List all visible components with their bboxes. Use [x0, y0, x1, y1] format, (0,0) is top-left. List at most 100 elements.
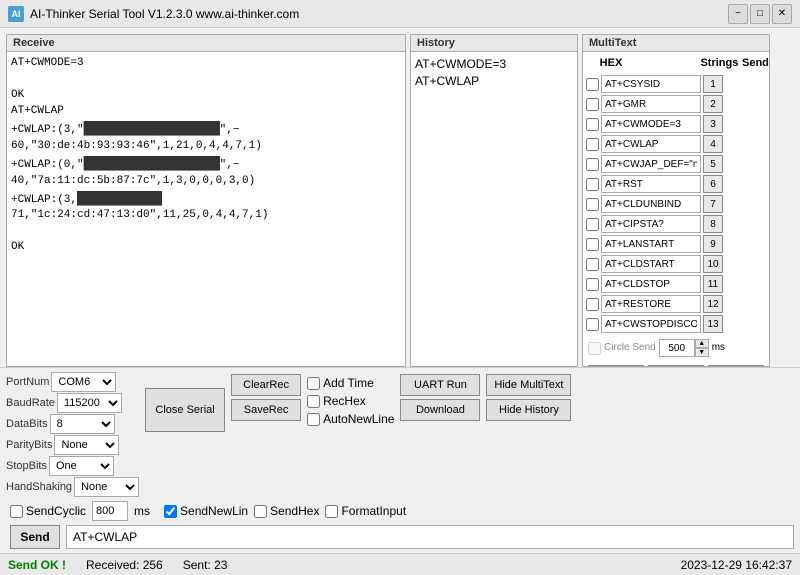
cyclic-ms-label: ms — [134, 504, 150, 518]
mt-input-9[interactable] — [601, 235, 701, 253]
rechex-label: RecHex — [323, 394, 366, 408]
spin-up-button[interactable]: ▲ — [695, 339, 709, 348]
mt-checkbox-9[interactable] — [586, 238, 599, 251]
mt-checkbox-3[interactable] — [586, 118, 599, 131]
mt-input-8[interactable] — [601, 215, 701, 233]
handshaking-select[interactable]: None — [74, 477, 139, 497]
databits-select[interactable]: 8 — [50, 414, 115, 434]
bottom-controls: PortNum COM6 BaudRate 115200 DataBits 8 — [0, 367, 800, 553]
rechex-checkbox[interactable] — [307, 395, 320, 408]
mt-checkbox-4[interactable] — [586, 138, 599, 151]
mt-send-btn-13[interactable]: 13 — [703, 315, 723, 333]
formatinput-checkbox[interactable] — [325, 505, 338, 518]
load-button[interactable]: Load — [648, 365, 704, 366]
right-buttons: UART Run Download — [400, 374, 480, 421]
autonewline-checkbox[interactable] — [307, 413, 320, 426]
clear-button[interactable]: Clear — [708, 365, 764, 366]
mt-input-4[interactable] — [601, 135, 701, 153]
mt-send-btn-10[interactable]: 10 — [703, 255, 723, 273]
mt-row-6: 6 — [586, 175, 766, 193]
sendhex-label: SendHex — [270, 504, 319, 518]
mt-input-3[interactable] — [601, 115, 701, 133]
sendcyclic-label: SendCyclic — [26, 504, 86, 518]
circle-send-input[interactable] — [659, 339, 695, 357]
hide-history-button[interactable]: Hide History — [486, 399, 571, 421]
portnum-select[interactable]: COM6 — [51, 372, 116, 392]
mid-buttons: ClearRec SaveRec — [231, 374, 301, 421]
receive-content[interactable]: AT+CWMODE=3 OK AT+CWLAP +CWLAP:(3,"█████… — [7, 52, 405, 366]
paritybits-select[interactable]: None — [54, 435, 119, 455]
mt-send-btn-2[interactable]: 2 — [703, 95, 723, 113]
close-serial-button[interactable]: Close Serial — [145, 388, 225, 432]
uart-run-button[interactable]: UART Run — [400, 374, 480, 396]
mt-send-btn-5[interactable]: 5 — [703, 155, 723, 173]
mt-send-btn-4[interactable]: 4 — [703, 135, 723, 153]
addtime-checkbox[interactable] — [307, 377, 320, 390]
baudrate-select[interactable]: 115200 — [57, 393, 122, 413]
mt-send-btn-8[interactable]: 8 — [703, 215, 723, 233]
save-button[interactable]: Save — [588, 365, 644, 366]
mt-checkbox-13[interactable] — [586, 318, 599, 331]
sendcyclic-group: SendCyclic — [10, 504, 86, 518]
mt-checkbox-11[interactable] — [586, 278, 599, 291]
receive-header: Receive — [7, 35, 405, 52]
mt-row-5: 5 — [586, 155, 766, 173]
mt-send-btn-7[interactable]: 7 — [703, 195, 723, 213]
mt-send-btn-12[interactable]: 12 — [703, 295, 723, 313]
mt-input-5[interactable] — [601, 155, 701, 173]
sendnewline-row: SendNewLin — [164, 504, 248, 518]
rechex-row: RecHex — [307, 394, 394, 408]
mt-checkbox-1[interactable] — [586, 78, 599, 91]
mt-checkbox-8[interactable] — [586, 218, 599, 231]
minimize-button[interactable]: − — [728, 4, 748, 24]
mt-row-9: 9 — [586, 235, 766, 253]
mt-input-13[interactable] — [601, 315, 701, 333]
sendcyclic-checkbox[interactable] — [10, 505, 23, 518]
close-button[interactable]: ✕ — [772, 4, 792, 24]
mt-send-btn-3[interactable]: 3 — [703, 115, 723, 133]
datetime: 2023-12-29 16:42:37 — [681, 558, 792, 572]
spin-down-button[interactable]: ▼ — [695, 348, 709, 357]
mt-input-11[interactable] — [601, 275, 701, 293]
checkboxes: Add Time RecHex AutoNewLine — [307, 376, 394, 426]
mt-checkbox-7[interactable] — [586, 198, 599, 211]
sendnewline-checkbox[interactable] — [164, 505, 177, 518]
mt-checkbox-5[interactable] — [586, 158, 599, 171]
history-item: AT+CWLAP — [415, 73, 573, 90]
multitext-content: HEX Strings Send 1 2 — [583, 52, 769, 366]
mt-checkbox-2[interactable] — [586, 98, 599, 111]
portnum-label: PortNum — [6, 372, 49, 392]
mt-row-8: 8 — [586, 215, 766, 233]
mt-send-btn-1[interactable]: 1 — [703, 75, 723, 93]
panels-row: Receive AT+CWMODE=3 OK AT+CWLAP +CWLAP:(… — [0, 28, 800, 367]
status-text: Send OK ! — [8, 558, 66, 572]
clearrec-button[interactable]: ClearRec — [231, 374, 301, 396]
mt-input-7[interactable] — [601, 195, 701, 213]
mt-checkbox-6[interactable] — [586, 178, 599, 191]
mt-input-2[interactable] — [601, 95, 701, 113]
sendhex-checkbox[interactable] — [254, 505, 267, 518]
mt-input-1[interactable] — [601, 75, 701, 93]
history-content[interactable]: AT+CWMODE=3 AT+CWLAP — [411, 52, 577, 366]
mt-checkbox-10[interactable] — [586, 258, 599, 271]
circle-send-spin: ▲ ▼ — [659, 339, 709, 357]
maximize-button[interactable]: □ — [750, 4, 770, 24]
hide-multitext-button[interactable]: Hide MultiText — [486, 374, 571, 396]
mt-send-btn-9[interactable]: 9 — [703, 235, 723, 253]
download-button[interactable]: Download — [400, 399, 480, 421]
send-button[interactable]: Send — [10, 525, 60, 549]
saverec-button[interactable]: SaveRec — [231, 399, 301, 421]
mt-input-10[interactable] — [601, 255, 701, 273]
sendcyclic-input[interactable] — [92, 501, 128, 521]
databits-label: DataBits — [6, 414, 48, 434]
paritybits-label: ParityBits — [6, 435, 52, 455]
mt-send-btn-11[interactable]: 11 — [703, 275, 723, 293]
mt-send-btn-6[interactable]: 6 — [703, 175, 723, 193]
mt-input-6[interactable] — [601, 175, 701, 193]
circle-send-checkbox[interactable] — [588, 342, 601, 355]
stopbits-select[interactable]: One — [49, 456, 114, 476]
send-input[interactable] — [66, 525, 794, 549]
sendnewline-label: SendNewLin — [180, 504, 248, 518]
mt-input-12[interactable] — [601, 295, 701, 313]
mt-checkbox-12[interactable] — [586, 298, 599, 311]
